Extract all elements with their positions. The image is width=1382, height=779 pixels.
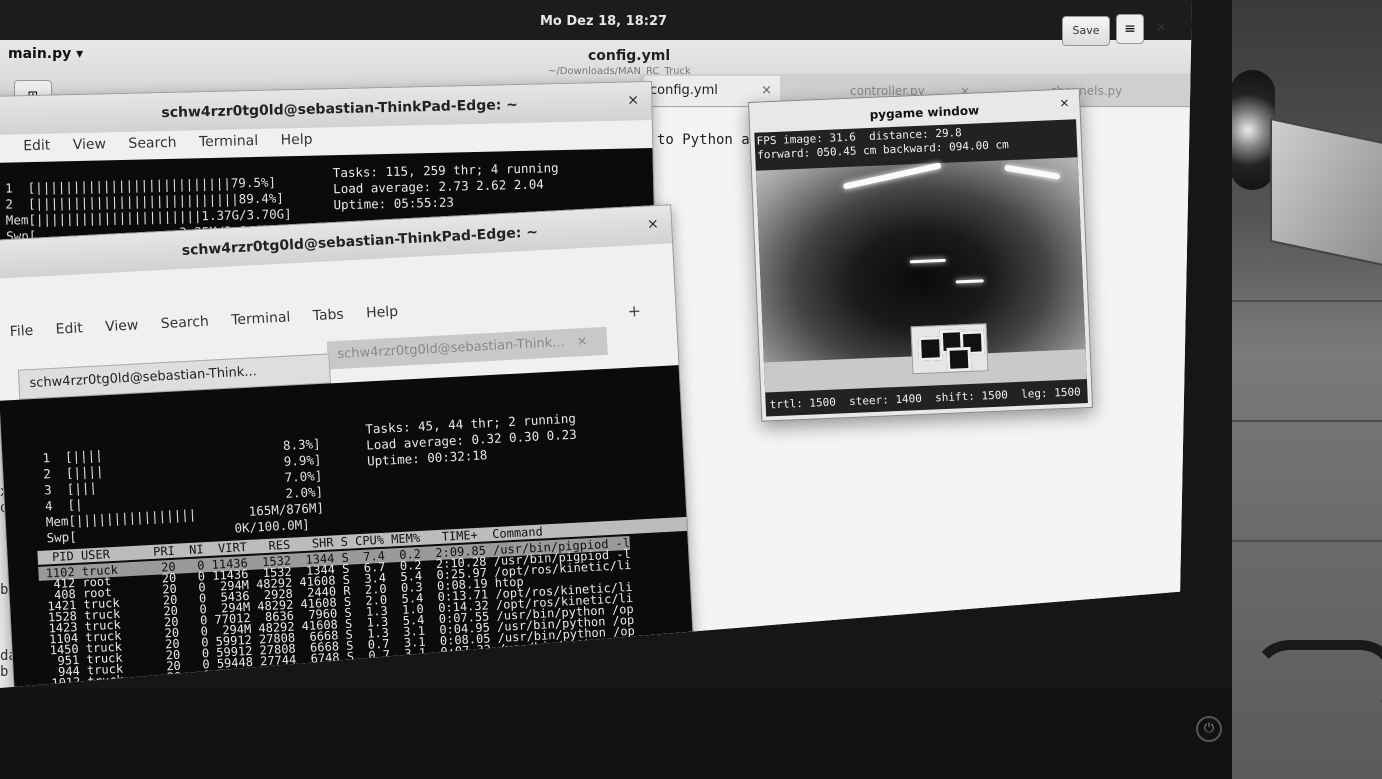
terminal-menu-bar: File Edit View Search Terminal Tabs Help [9,303,416,340]
camera-feed: FPS image: 31.6 distance: 29.8 forward: … [754,119,1088,417]
menu-help[interactable]: Help [366,304,399,322]
tab-close-icon[interactable]: × [576,334,588,350]
ceiling-light [842,162,942,190]
close-window-icon[interactable]: × [1150,14,1172,42]
clock[interactable]: Mo Dez 18, 18:27 [540,14,667,29]
menu-tabs[interactable]: Tabs [312,307,344,325]
tab-label: schw4rzr0tg0ld@sebastian-Think... [337,335,566,362]
menu-edit[interactable]: Edit [23,138,50,155]
ceiling-light [955,279,984,284]
aruco-marker-board [910,323,989,375]
gnome-top-bar: Mo Dez 18, 18:27 [0,0,1192,40]
floor-plank [1230,300,1382,302]
laptop-screen: Mo Dez 18, 18:27 main.py ▾ config.yml ~/… [0,0,1192,688]
marker-square [946,346,972,372]
floor-plank [1230,420,1382,422]
menu-search[interactable]: Search [128,135,176,152]
htop-output: 1 [|||| 8.3%] 2 [|||| 9.9%] 3 [||| 7.0%]… [0,365,698,688]
close-icon[interactable]: × [647,216,660,233]
menu-terminal[interactable]: Terminal [199,133,259,150]
tab-label: config.yml [650,83,718,98]
menu-view[interactable]: View [105,317,139,335]
editor-text-line: to Python a [657,132,750,148]
menu-help[interactable]: Help [280,132,312,149]
app-menu[interactable]: main.py ▾ [8,46,83,62]
ceiling-light [909,258,946,264]
close-icon[interactable]: × [1059,96,1070,110]
desk-background [1230,0,1382,779]
power-icon[interactable]: ⏻ [1196,716,1222,742]
menu-file[interactable]: e [0,139,1,155]
menu-view[interactable]: View [73,136,107,153]
ceiling-light [1004,164,1061,180]
uptime: Uptime: 05:55:23 [333,194,455,213]
laptop-bezel-bottom [0,688,1232,779]
document-title: config.yml [588,48,671,64]
new-tab-icon[interactable]: + [627,301,641,321]
terminal-tab-inactive[interactable]: schw4rzr0tg0ld@sebastian-Think... × [326,326,608,370]
power-cable [1250,640,1382,720]
rc-truck-body [1270,117,1382,267]
menu-terminal[interactable]: Terminal [231,309,291,328]
menu-file[interactable]: File [9,323,33,340]
close-icon[interactable]: × [627,92,639,108]
save-button[interactable]: Save [1062,16,1110,46]
pygame-window-title: pygame window [869,103,980,122]
floor-plank [1230,540,1382,542]
truck-wheel [1230,70,1275,190]
menu-search[interactable]: Search [160,314,209,332]
terminal-menu-bar: e Edit View Search Terminal Help [0,131,331,155]
editor-text-fragment: b [0,664,9,680]
hamburger-menu-icon[interactable]: ≡ [1116,14,1144,44]
terminal-window-remote[interactable]: schw4rzr0tg0ld@sebastian-ThinkPad-Edge: … [0,204,699,688]
pygame-window[interactable]: pygame window × FPS image: 31.6 distance… [748,88,1094,422]
menu-edit[interactable]: Edit [55,320,83,337]
tab-label: schw4rzr0tg0ld@sebastian-Think... [29,364,258,392]
